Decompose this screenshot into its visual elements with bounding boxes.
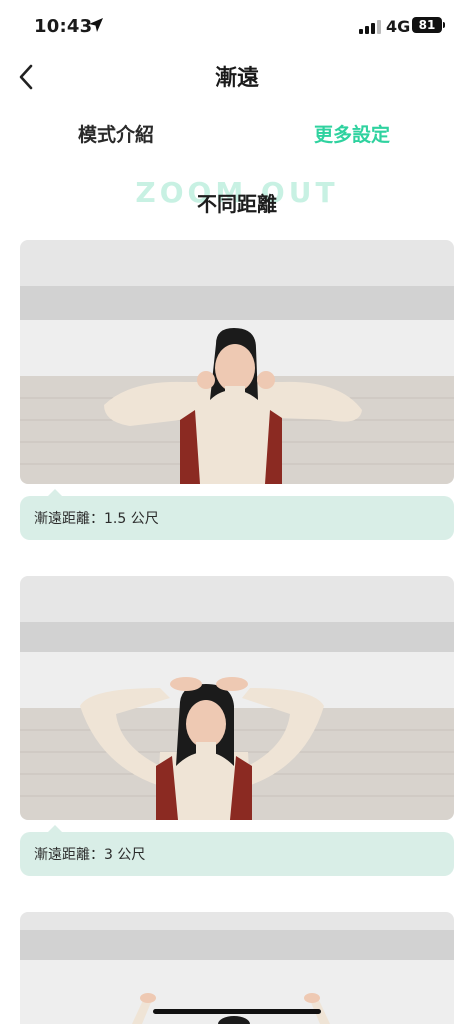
status-time: 10:43 xyxy=(34,16,93,37)
status-bar: 10:43 4G 81 xyxy=(0,0,474,52)
example-photo-2 xyxy=(20,576,454,820)
caption-card-2: 漸遠距離：3 公尺 xyxy=(20,825,454,876)
section-title: 不同距離 xyxy=(197,192,277,216)
tab-mode-intro[interactable]: 模式介紹 xyxy=(78,120,154,147)
example-photo-1 xyxy=(20,240,454,484)
caption-card-1: 漸遠距離：1.5 公尺 xyxy=(20,489,454,540)
page-title: 漸遠 xyxy=(214,66,259,91)
caption-text: 漸遠距離：3 公尺 xyxy=(34,847,146,863)
home-indicator[interactable] xyxy=(153,1009,321,1014)
tab-more-settings[interactable]: 更多設定 xyxy=(314,120,390,147)
battery-tip xyxy=(443,22,445,28)
battery-icon: 81 xyxy=(412,17,442,33)
caption-text: 漸遠距離：1.5 公尺 xyxy=(34,511,159,527)
network-type: 4G xyxy=(386,17,411,36)
example-photo-3 xyxy=(20,912,454,1024)
cellular-signal-icon xyxy=(359,20,381,34)
location-arrow-icon xyxy=(89,18,103,32)
